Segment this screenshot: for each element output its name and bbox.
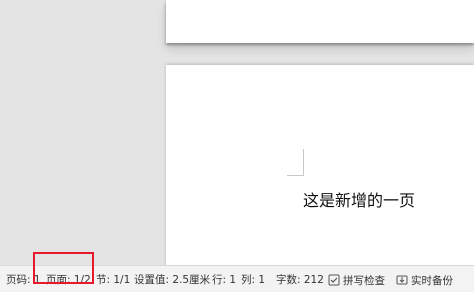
status-word-count[interactable]: 字数: 212 — [276, 274, 324, 286]
status-row[interactable]: 行: 1 — [212, 274, 236, 286]
realtime-backup-button[interactable]: 实时备份 — [396, 274, 453, 287]
previous-page-bottom — [166, 0, 474, 43]
text-margin-marker — [287, 149, 304, 176]
realtime-backup-label: 实时备份 — [411, 275, 453, 287]
document-page[interactable] — [166, 65, 474, 265]
spell-check-button[interactable]: 拼写检查 — [328, 274, 385, 287]
spell-check-icon — [328, 274, 340, 286]
status-section[interactable]: 节: 1/1 — [96, 274, 130, 286]
document-workspace: 这是新增的一页 — [0, 0, 474, 265]
spell-check-label: 拼写检查 — [343, 275, 385, 287]
highlight-box — [33, 252, 94, 284]
status-setting-value[interactable]: 设置值: 2.5厘米 — [134, 274, 210, 286]
status-column[interactable]: 列: 1 — [241, 274, 265, 286]
page-body-text[interactable]: 这是新增的一页 — [303, 187, 415, 211]
backup-icon — [396, 275, 408, 285]
